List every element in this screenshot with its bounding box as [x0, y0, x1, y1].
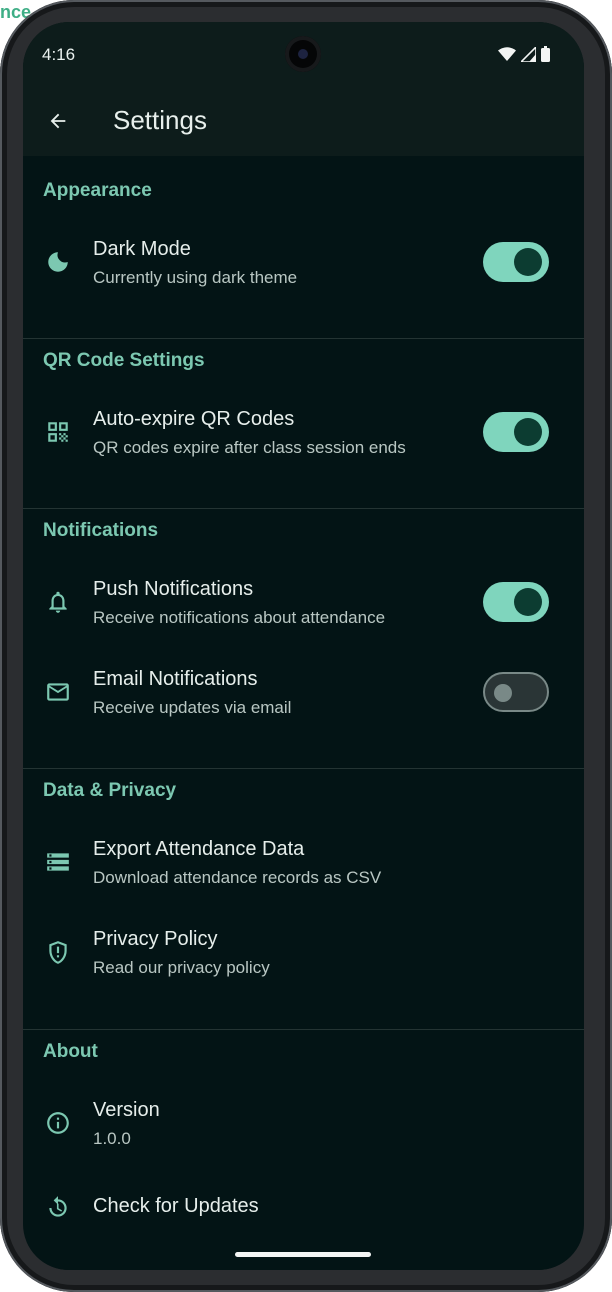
shield-icon	[43, 937, 73, 967]
section-header-appearance: Appearance	[43, 180, 152, 201]
mail-icon	[43, 677, 73, 707]
setting-title: Email Notifications	[93, 668, 258, 690]
divider	[23, 768, 584, 769]
setting-subtitle: Receive notifications about attendance	[93, 608, 386, 627]
setting-title: Version	[93, 1099, 160, 1121]
email-notifications-toggle[interactable]	[483, 672, 549, 712]
version-number: 1.0.0	[93, 1129, 131, 1148]
setting-dark-mode[interactable]: Dark Mode Currently using dark theme	[23, 222, 584, 312]
bell-icon	[43, 587, 73, 617]
setting-export-data[interactable]: Export Attendance Data Download attendan…	[23, 822, 584, 912]
status-time: 4:16	[42, 45, 76, 64]
gesture-nav-bar	[23, 1242, 584, 1270]
setting-check-updates[interactable]: Check for Updates	[23, 1173, 584, 1243]
refresh-icon	[43, 1193, 73, 1223]
setting-title: Export Attendance Data	[93, 838, 305, 860]
setting-subtitle: QR codes expire after class session ends	[93, 438, 406, 457]
setting-push-notifications[interactable]: Push Notifications Receive notifications…	[23, 562, 584, 652]
info-icon	[43, 1108, 73, 1138]
section-header-qr: QR Code Settings	[43, 350, 205, 371]
divider	[23, 508, 584, 509]
back-button[interactable]	[41, 104, 75, 138]
dark-mode-toggle[interactable]	[483, 242, 549, 282]
push-notifications-toggle[interactable]	[483, 582, 549, 622]
top-app-bar: Settings	[23, 88, 584, 156]
page-title: Settings	[113, 105, 207, 135]
setting-title: Auto-expire QR Codes	[93, 408, 295, 430]
setting-title: Dark Mode	[93, 238, 191, 260]
setting-subtitle: Download attendance records as CSV	[93, 868, 382, 887]
status-bar: 4:16	[23, 22, 584, 88]
status-icons	[498, 46, 550, 62]
app-screen: 4:16 Settings Appearance Dark Mode Curre…	[23, 22, 584, 1270]
arrow-back-icon	[50, 113, 66, 129]
setting-title: Privacy Policy	[93, 928, 218, 950]
setting-subtitle: Receive updates via email	[93, 698, 292, 717]
divider	[23, 1029, 584, 1030]
section-header-privacy: Data & Privacy	[43, 780, 177, 801]
section-header-about: About	[43, 1041, 98, 1062]
setting-subtitle: Read our privacy policy	[93, 958, 270, 977]
home-indicator[interactable]	[235, 1252, 371, 1257]
divider	[23, 338, 584, 339]
setting-title: Check for Updates	[93, 1195, 259, 1217]
section-header-notifications: Notifications	[43, 520, 159, 541]
battery-icon	[541, 46, 550, 62]
qr-code-icon	[43, 417, 73, 447]
cellular-signal-icon	[521, 46, 536, 62]
auto-expire-toggle[interactable]	[483, 412, 549, 452]
setting-subtitle: Currently using dark theme	[93, 268, 298, 287]
moon-icon	[43, 247, 73, 277]
setting-auto-expire[interactable]: Auto-expire QR Codes QR codes expire aft…	[23, 392, 584, 482]
front-camera	[285, 36, 321, 72]
phone-frame: 4:16 Settings Appearance Dark Mode Curre…	[0, 0, 612, 1292]
settings-list: Appearance Dark Mode Currently using dar…	[23, 156, 584, 1242]
setting-version: Version 1.0.0	[23, 1083, 584, 1173]
wifi-icon	[498, 47, 516, 61]
setting-title: Push Notifications	[93, 578, 254, 600]
setting-privacy-policy[interactable]: Privacy Policy Read our privacy policy	[23, 912, 584, 1002]
setting-email-notifications[interactable]: Email Notifications Receive updates via …	[23, 652, 584, 742]
storage-icon	[43, 847, 73, 877]
